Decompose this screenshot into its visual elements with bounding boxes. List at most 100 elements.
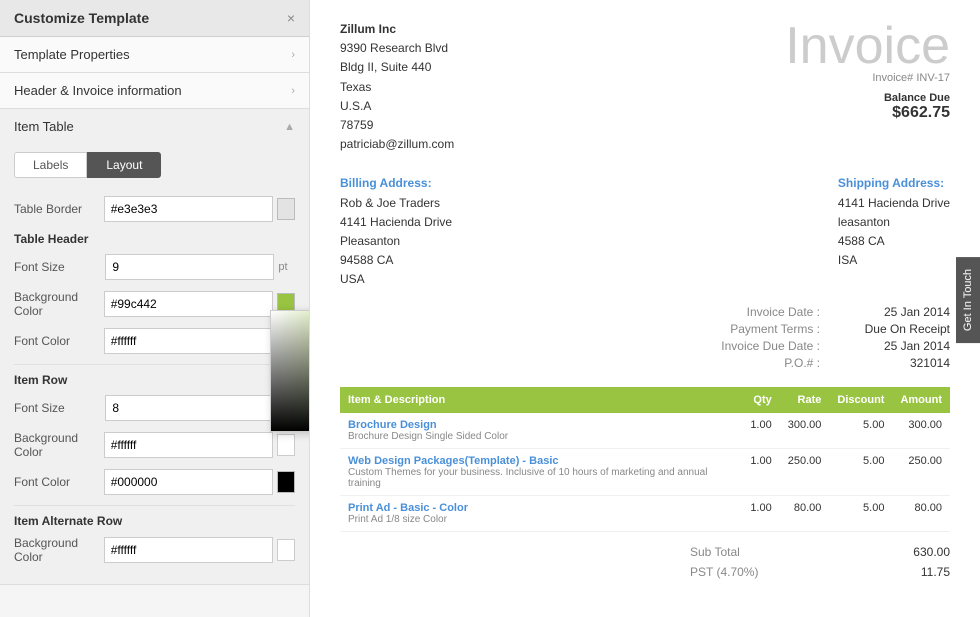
item-alt-bg-label: Background Color	[14, 536, 104, 564]
row2-qty: 1.00	[742, 449, 779, 496]
table-border-row: Table Border	[14, 196, 295, 222]
get-in-touch-tab[interactable]: Get In Touch	[956, 257, 980, 343]
item-font-color-input[interactable]	[104, 469, 273, 495]
header-font-size-row: Font Size pt	[14, 254, 295, 280]
header-font-color-label: Font Color	[14, 334, 104, 348]
item-alt-bg-input[interactable]	[104, 537, 273, 563]
billing-country: USA	[340, 270, 452, 289]
table-row: Web Design Packages(Template) - Basic Cu…	[340, 449, 950, 496]
totals-value-2: 11.75	[921, 565, 950, 579]
balance-due-amount: $662.75	[785, 104, 950, 122]
table-row: Print Ad - Basic - Color Print Ad 1/8 si…	[340, 496, 950, 532]
totals-row-2: PST (4.70%) 11.75	[690, 562, 950, 582]
row1-name: Brochure Design	[348, 419, 734, 431]
shipping-city: leasanton	[838, 213, 950, 232]
item-table-section: Item Table ▲ Labels Layout Table Border …	[0, 109, 309, 585]
header-font-color-input[interactable]	[104, 328, 273, 354]
billing-name: Rob & Joe Traders	[340, 194, 452, 213]
table-border-swatch[interactable]	[277, 198, 295, 220]
col-item: Item & Description	[340, 387, 742, 413]
row2-amount: 250.00	[892, 449, 950, 496]
row1-item: Brochure Design Brochure Design Single S…	[340, 413, 742, 449]
company-address1: 9390 Research Blvd	[340, 39, 454, 58]
shipping-zip-state: 4588 CA	[838, 232, 950, 251]
shipping-address-line: 4141 Hacienda Drive	[838, 194, 950, 213]
meta-val-2: Due On Receipt	[850, 322, 950, 336]
item-alt-row-title: Item Alternate Row	[14, 514, 295, 528]
row2-desc: Custom Themes for your business. Inclusi…	[348, 467, 734, 489]
invoice-title: Invoice	[785, 20, 950, 72]
meta-val-4: 321014	[850, 356, 950, 370]
chevron-right-icon2: ›	[291, 85, 295, 97]
totals-table: Sub Total 630.00 PST (4.70%) 11.75	[690, 542, 950, 582]
color-picker-body	[271, 311, 310, 431]
meta-key-1: Invoice Date :	[700, 305, 820, 319]
totals-label-2: PST (4.70%)	[690, 565, 758, 579]
table-header-row: Item & Description Qty Rate Discount Amo…	[340, 387, 950, 413]
divider1	[14, 364, 295, 365]
section-header-invoice[interactable]: Header & Invoice information ›	[0, 73, 309, 109]
row3-qty: 1.00	[742, 496, 779, 532]
row1-amount: 300.00	[892, 413, 950, 449]
company-country: U.S.A	[340, 97, 454, 116]
template-properties-label: Template Properties	[14, 47, 130, 62]
meta-val-1: 25 Jan 2014	[850, 305, 950, 319]
item-bg-input[interactable]	[104, 432, 273, 458]
addresses-row: Billing Address: Rob & Joe Traders 4141 …	[340, 174, 950, 289]
meta-row-3: Invoice Due Date : 25 Jan 2014	[700, 339, 950, 353]
col-discount: Discount	[829, 387, 892, 413]
item-font-color-swatch[interactable]	[277, 471, 295, 493]
item-font-color-row: Font Color	[14, 469, 295, 495]
row1-discount: 5.00	[829, 413, 892, 449]
chevron-up-icon: ▲	[284, 121, 295, 133]
item-bg-label: Background Color	[14, 431, 104, 459]
header-font-size-input[interactable]	[105, 254, 274, 280]
shipping-label: Shipping Address:	[838, 174, 950, 193]
table-border-label: Table Border	[14, 202, 104, 216]
item-alt-bg-swatch[interactable]	[277, 539, 295, 561]
col-qty: Qty	[742, 387, 779, 413]
tab-labels[interactable]: Labels	[14, 152, 87, 178]
header-font-color-row: Font Color	[14, 328, 295, 354]
left-panel: Customize Template × Template Properties…	[0, 0, 310, 617]
meta-key-4: P.O.# :	[700, 356, 820, 370]
header-bg-color-row: Background Color	[14, 290, 295, 318]
billing-address-line: 4141 Hacienda Drive	[340, 213, 452, 232]
header-font-size-unit: pt	[278, 261, 295, 273]
section-template-properties[interactable]: Template Properties ›	[0, 37, 309, 73]
row1-rate: 300.00	[780, 413, 830, 449]
company-info: Zillum Inc 9390 Research Blvd Bldg II, S…	[340, 20, 454, 154]
tab-layout[interactable]: Layout	[87, 152, 161, 178]
item-font-size-input[interactable]	[105, 395, 274, 421]
color-picker-popup[interactable]	[270, 310, 310, 432]
billing-address: Billing Address: Rob & Joe Traders 4141 …	[340, 174, 452, 289]
divider2	[14, 505, 295, 506]
invoice-number-value: INV-17	[916, 72, 950, 84]
item-alt-bg-row: Background Color	[14, 536, 295, 564]
row2-discount: 5.00	[829, 449, 892, 496]
invoice-meta: Invoice Date : 25 Jan 2014 Payment Terms…	[340, 305, 950, 373]
header-bg-label: Background Color	[14, 290, 104, 318]
row3-name: Print Ad - Basic - Color	[348, 502, 734, 514]
close-button[interactable]: ×	[287, 10, 295, 26]
company-name: Zillum Inc	[340, 20, 454, 39]
shipping-country: ISA	[838, 251, 950, 270]
item-table-header[interactable]: Item Table ▲	[0, 109, 309, 144]
totals-row-1: Sub Total 630.00	[690, 542, 950, 562]
header-font-size-label: Font Size	[14, 260, 105, 274]
meta-row-4: P.O.# : 321014	[700, 356, 950, 370]
item-bg-swatch[interactable]	[277, 434, 295, 456]
item-table-label: Item Table	[14, 119, 74, 134]
row3-item: Print Ad - Basic - Color Print Ad 1/8 si…	[340, 496, 742, 532]
table-border-input[interactable]	[104, 196, 273, 222]
header-bg-input[interactable]	[104, 291, 273, 317]
table-row: Brochure Design Brochure Design Single S…	[340, 413, 950, 449]
meta-key-3: Invoice Due Date :	[700, 339, 820, 353]
item-font-size-row: Font Size pt	[14, 395, 295, 421]
item-table: Item & Description Qty Rate Discount Amo…	[340, 387, 950, 532]
company-zip: 78759	[340, 116, 454, 135]
color-gradient[interactable]	[271, 311, 310, 431]
row2-name: Web Design Packages(Template) - Basic	[348, 455, 734, 467]
row3-discount: 5.00	[829, 496, 892, 532]
row1-desc: Brochure Design Single Sided Color	[348, 431, 734, 442]
